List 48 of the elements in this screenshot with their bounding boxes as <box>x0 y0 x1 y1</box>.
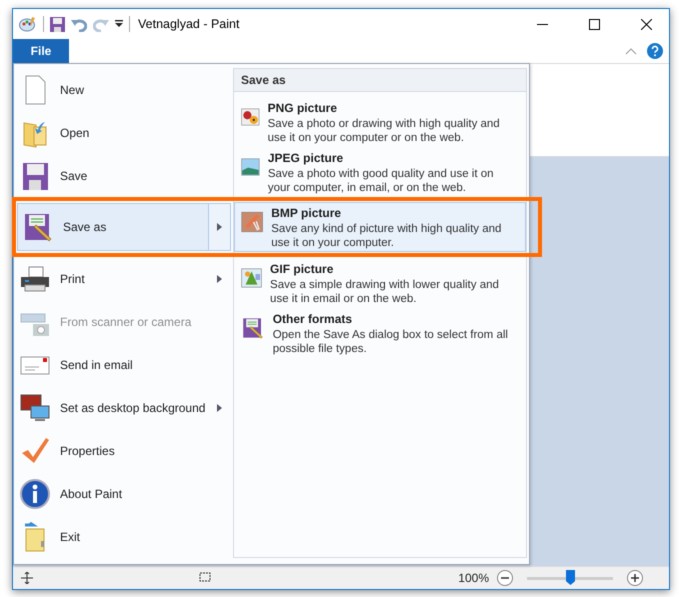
format-option[interactable]: PNG picture Save a photo or drawing with high quality and use it on your computer or on the web. <box>234 97 526 147</box>
palette-icon[interactable] <box>19 16 37 32</box>
triangle-icon <box>217 223 222 231</box>
menu-item[interactable]: Save as <box>17 203 209 251</box>
triangle-icon <box>217 274 222 282</box>
menu-item[interactable]: Set as desktop background <box>14 386 209 429</box>
zoom-slider-thumb[interactable] <box>566 570 575 585</box>
menu-item[interactable]: Exit <box>14 515 231 558</box>
save-icon[interactable] <box>50 16 65 32</box>
menu-item[interactable]: Print <box>14 257 209 300</box>
panel-title: Save as <box>234 69 526 92</box>
help-icon[interactable] <box>647 43 663 59</box>
menu-item[interactable]: Save <box>14 154 231 197</box>
format-option[interactable]: JPEG picture Save a photo with good quality and use it on your computer, in email, or on the web. <box>234 147 526 197</box>
zoom-in-button[interactable] <box>627 570 643 586</box>
selection-size-icon <box>199 572 213 584</box>
format-title: Other formats <box>272 312 354 326</box>
triangle-icon <box>217 404 222 412</box>
plus-icon <box>631 574 639 582</box>
menu-item[interactable]: Send in email <box>14 343 231 386</box>
format-title: JPEG picture <box>268 151 344 165</box>
monitors-icon <box>19 392 51 424</box>
window-title: Vetnaglyad - Paint <box>138 17 240 31</box>
collapse-ribbon-icon[interactable] <box>625 48 637 54</box>
menu-item[interactable]: Properties <box>14 429 231 472</box>
floppy-pencil-icon <box>22 211 54 243</box>
dropdown-caret-icon[interactable] <box>115 20 123 28</box>
format-description: Save a photo with good quality and use it on your computer, in email, or on the web. <box>268 167 495 195</box>
maximize-icon <box>588 18 600 30</box>
format-description: Save a photo or drawing with high quality and use it on your computer or on the web. <box>268 117 501 145</box>
format-description: Save a simple drawing with lower quality and use it in email or on the web. <box>270 278 500 306</box>
menu-item[interactable]: New <box>14 68 231 111</box>
format-description: Open the Save As dialog box to select from all possible file types. <box>272 328 509 356</box>
format-option[interactable]: Other formats Open the Save As dialog box to select from all possible file types. <box>234 308 526 358</box>
format-title: BMP picture <box>271 206 342 220</box>
move-cursor-icon <box>21 572 33 584</box>
format-option[interactable]: GIF picture Save a simple drawing with lower quality and use it in email or on the web. <box>234 258 526 308</box>
menu-item[interactable]: Open <box>14 111 231 154</box>
close-icon <box>640 18 652 30</box>
format-title: PNG picture <box>268 101 338 115</box>
format-title: GIF picture <box>270 262 334 276</box>
menu-item[interactable]: About Paint <box>14 472 231 515</box>
zoom-out-button[interactable] <box>497 570 513 586</box>
file-tab[interactable]: File <box>13 39 69 63</box>
format-description: Save any kind of picture with high quality and use it on your computer. <box>271 222 502 250</box>
zoom-level: 100% <box>458 571 489 585</box>
info-icon <box>19 478 51 510</box>
format-option[interactable]: BMP picture Save any kind of picture with high quality and use it on your computer. <box>234 202 526 252</box>
